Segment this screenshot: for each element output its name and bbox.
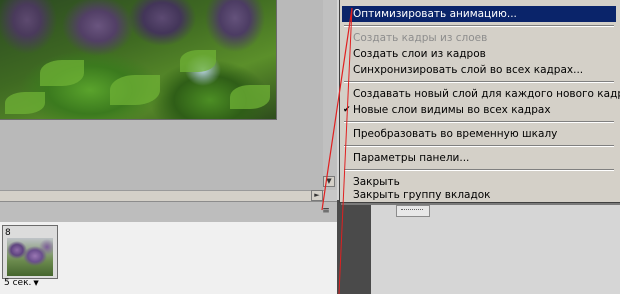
leaf-shape xyxy=(110,75,160,105)
menu-item-close[interactable]: Закрыть xyxy=(342,174,616,190)
menu-item-flatten-frames-into-layers[interactable]: Создать слои из кадров xyxy=(342,46,616,62)
leaf-shape xyxy=(40,60,84,86)
menu-item-label: Новые слои видимы во всех кадрах xyxy=(353,104,551,116)
frame-number: 8 xyxy=(5,228,11,238)
menu-item-make-frames-from-layers[interactable]: Создать кадры из слоев xyxy=(342,30,616,46)
menu-item-close-tab-group[interactable]: Закрыть группу вкладок xyxy=(342,189,616,202)
menu-item-convert-to-timeline[interactable]: Преобразовать во временную шкалу xyxy=(342,126,616,142)
menu-separator xyxy=(344,121,614,123)
frame-delay-dropdown-icon[interactable]: ▼ xyxy=(33,279,38,287)
leaf-shape xyxy=(180,50,216,72)
frame-delay-label[interactable]: 5 сек. xyxy=(4,278,31,288)
leaf-shape xyxy=(5,92,45,114)
collapsed-panel-tab[interactable] xyxy=(396,205,430,217)
frame-thumbnail xyxy=(7,238,53,276)
scroll-down-arrow-icon[interactable]: ▼ xyxy=(323,176,335,187)
vertical-scrollbar[interactable] xyxy=(323,0,337,190)
animation-panel-flyout-menu: Оптимизировать анимацию... Создать кадры… xyxy=(339,0,620,203)
animation-frame[interactable]: 8 xyxy=(2,225,58,279)
animation-panel-header xyxy=(0,201,337,222)
panel-menu-icon[interactable]: ≡ xyxy=(318,205,334,217)
menu-item-create-new-layer-per-frame[interactable]: Создавать новый слой для каждого нового … xyxy=(342,86,620,102)
animation-panel: 8 5 сек. ▼ xyxy=(0,222,337,294)
frame-footer: 5 сек. ▼ xyxy=(4,278,39,288)
menu-item-optimize-animation[interactable]: Оптимизировать анимацию... xyxy=(342,6,616,22)
menu-separator xyxy=(344,145,614,147)
menu-item-new-layers-visible-all-frames[interactable]: ✔ Новые слои видимы во всех кадрах xyxy=(342,102,616,118)
panel-dock-divider xyxy=(337,200,371,294)
lilac-photo xyxy=(0,0,277,120)
document-canvas xyxy=(0,0,325,190)
menu-separator xyxy=(344,169,614,171)
menu-separator xyxy=(344,81,614,83)
leaf-shape xyxy=(230,85,270,109)
menu-item-match-layer-across-frames[interactable]: Синхронизировать слой во всех кадрах... xyxy=(342,62,616,78)
checkmark-icon: ✔ xyxy=(343,105,351,115)
menu-item-panel-options[interactable]: Параметры панели... xyxy=(342,150,616,166)
menu-separator xyxy=(344,25,614,27)
scroll-right-arrow-icon[interactable]: ► xyxy=(311,190,323,201)
